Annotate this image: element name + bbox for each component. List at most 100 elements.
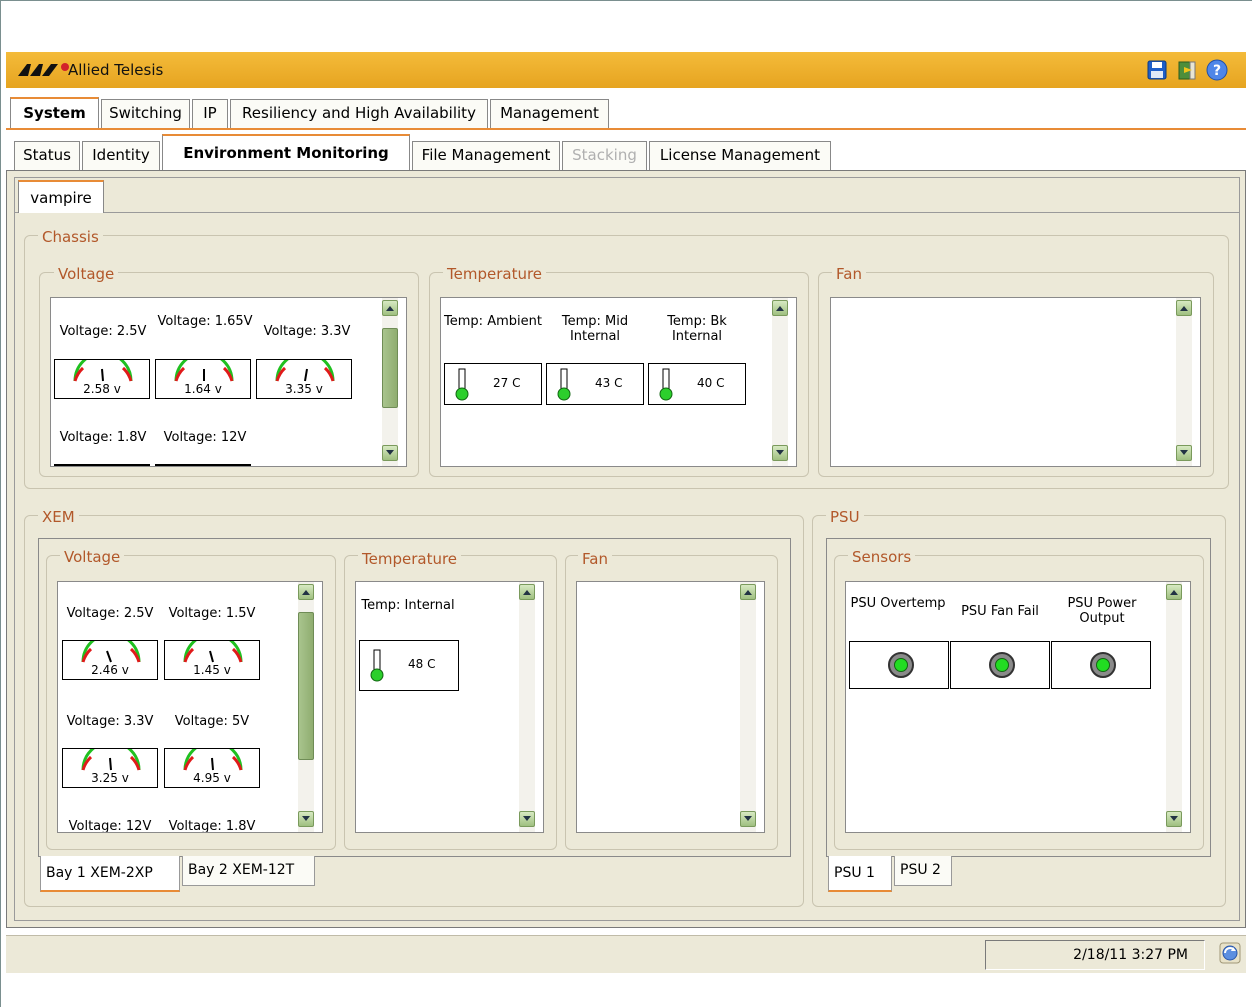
scroll-down-button[interactable]	[1166, 811, 1182, 827]
psu-sensors-list[interactable]: PSU Overtemp PSU Fan Fail PSU Power Outp…	[845, 581, 1191, 833]
gauge-label: Voltage: 1.5V	[168, 606, 256, 621]
psu-sensor-label: PSU Power Output	[1067, 596, 1137, 626]
chassis-title: Chassis	[38, 228, 103, 246]
arrow-up-icon	[1180, 306, 1188, 311]
scrollbar[interactable]	[1176, 298, 1192, 466]
temp-value: 27 C	[493, 376, 521, 390]
chassis-voltage-list[interactable]: Voltage: 2.5V Voltage: 1.65V Voltage: 3.…	[50, 297, 407, 467]
tab-bay-2[interactable]: Bay 2 XEM-12T	[182, 856, 315, 886]
tab-psu-1[interactable]: PSU 1	[828, 856, 892, 892]
scroll-up-button[interactable]	[382, 300, 398, 316]
voltage-gauge: 3.35 v	[256, 359, 352, 399]
chassis-voltage-title: Voltage	[54, 265, 119, 283]
tab-identity[interactable]: Identity	[82, 141, 160, 170]
tab-system[interactable]: System	[10, 97, 99, 128]
arrow-up-icon	[386, 306, 394, 311]
tab-status[interactable]: Status	[14, 141, 80, 170]
svg-text:?: ?	[1213, 63, 1221, 79]
tab-environment-monitoring[interactable]: Environment Monitoring	[162, 134, 410, 170]
gauge-label: Voltage: 3.3V	[66, 714, 154, 729]
tab-bay-1[interactable]: Bay 1 XEM-2XP	[40, 856, 180, 892]
voltage-gauge: 3.25 v	[62, 748, 158, 788]
tab-resiliency[interactable]: Resiliency and High Availability	[230, 99, 488, 128]
tab-psu-2[interactable]: PSU 2	[894, 856, 952, 886]
xem-temperature-list[interactable]: Temp: Internal 48 C	[355, 581, 544, 833]
gauge-top-edge	[155, 464, 251, 466]
tab-file-management[interactable]: File Management	[412, 141, 560, 170]
status-led-icon	[989, 652, 1015, 678]
tab-switching[interactable]: Switching	[101, 99, 190, 128]
save-icon[interactable]	[1146, 59, 1168, 81]
scroll-up-button[interactable]	[519, 584, 535, 600]
psu-title: PSU	[826, 508, 864, 526]
gauge-label: Voltage: 1.65V	[157, 314, 253, 329]
scroll-thumb[interactable]	[382, 328, 398, 408]
gauge-value: 2.58 v	[83, 382, 121, 396]
scroll-down-button[interactable]	[740, 811, 756, 827]
temp-value: 48 C	[408, 657, 436, 671]
chassis-temperature-list[interactable]: Temp: Ambient Temp: Mid Internal Temp: B…	[440, 297, 797, 467]
temp-sensor: 40 C	[648, 363, 746, 405]
temp-label: Temp: Bk Internal	[667, 314, 727, 344]
gauge-value: 4.95 v	[193, 771, 231, 785]
scrollbar[interactable]	[772, 298, 788, 466]
gauge-label: Voltage: 1.8V	[168, 819, 256, 833]
voltage-gauge: 1.45 v	[164, 640, 260, 680]
temp-sensor: 27 C	[444, 363, 542, 405]
gauge-value: 3.25 v	[91, 771, 129, 785]
device-tab-line	[14, 212, 1240, 213]
arrow-down-icon	[1170, 816, 1178, 821]
tab-device[interactable]: vampire	[18, 180, 104, 213]
scrollbar[interactable]	[1166, 582, 1182, 832]
exit-icon[interactable]	[1176, 59, 1198, 81]
gauge-value: 2.46 v	[91, 663, 129, 677]
gauge-top-edge	[54, 464, 150, 466]
voltage-gauge: 1.64 v	[155, 359, 251, 399]
scroll-down-button[interactable]	[298, 811, 314, 827]
scroll-thumb[interactable]	[298, 612, 314, 760]
status-led-icon	[1090, 652, 1116, 678]
scroll-up-button[interactable]	[298, 584, 314, 600]
scrollbar[interactable]	[382, 298, 398, 466]
refresh-icon[interactable]	[1218, 941, 1242, 965]
gauge-label: Voltage: 2.5V	[66, 606, 154, 621]
scroll-up-button[interactable]	[1166, 584, 1182, 600]
status-datetime: 2/18/11 3:27 PM	[985, 940, 1205, 970]
tab-ip[interactable]: IP	[192, 99, 228, 128]
arrow-down-icon	[744, 816, 752, 821]
scroll-down-button[interactable]	[772, 445, 788, 461]
psu-sensors-title: Sensors	[848, 548, 916, 566]
temp-sensor: 48 C	[359, 640, 459, 691]
scroll-up-button[interactable]	[772, 300, 788, 316]
voltage-gauge: 2.46 v	[62, 640, 158, 680]
xem-fan-list[interactable]	[576, 581, 765, 833]
chassis-fan-list[interactable]	[830, 297, 1201, 467]
psu-sensor	[950, 641, 1050, 689]
help-icon[interactable]: ?	[1206, 59, 1228, 81]
gauge-label: Voltage: 3.3V	[263, 324, 351, 339]
arrow-down-icon	[776, 450, 784, 455]
arrow-down-icon	[523, 816, 531, 821]
temp-label: Temp: Ambient	[444, 314, 542, 329]
scroll-up-button[interactable]	[740, 584, 756, 600]
scrollbar[interactable]	[298, 582, 314, 832]
allied-telesis-logo	[18, 63, 69, 76]
arrow-down-icon	[1180, 450, 1188, 455]
arrow-down-icon	[386, 450, 394, 455]
gauge-label: Voltage: 5V	[174, 714, 250, 729]
voltage-gauge: 4.95 v	[164, 748, 260, 788]
tab-management[interactable]: Management	[490, 99, 609, 128]
temp-label: Temp: Internal	[361, 598, 455, 613]
xem-temperature-title: Temperature	[358, 550, 462, 568]
scroll-down-button[interactable]	[382, 445, 398, 461]
tab-license-management[interactable]: License Management	[649, 141, 831, 170]
scroll-down-button[interactable]	[1176, 445, 1192, 461]
scroll-down-button[interactable]	[519, 811, 535, 827]
thermometer-icon	[455, 368, 469, 401]
scrollbar[interactable]	[740, 582, 756, 832]
scrollbar[interactable]	[519, 582, 535, 832]
xem-voltage-list[interactable]: Voltage: 2.5V Voltage: 1.5V 2.46 v 1.45 …	[57, 581, 323, 833]
app-title: Allied Telesis	[68, 61, 164, 79]
scroll-up-button[interactable]	[1176, 300, 1192, 316]
arrow-down-icon	[302, 816, 310, 821]
